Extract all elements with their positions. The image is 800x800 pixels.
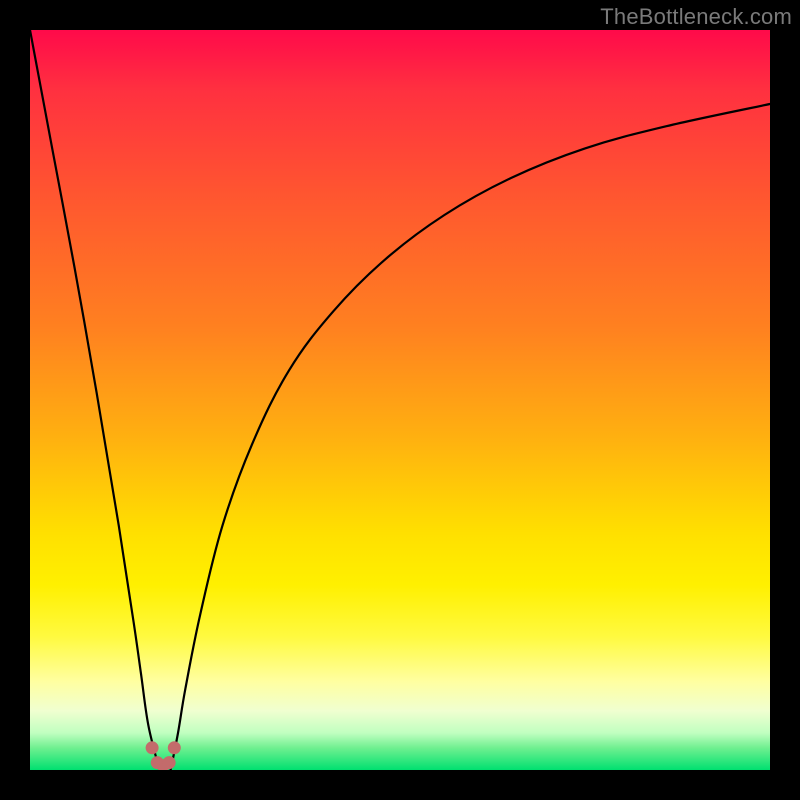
chart-frame: TheBottleneck.com xyxy=(0,0,800,800)
left-branch-curve xyxy=(30,30,160,770)
valley-markers-group xyxy=(146,741,181,770)
watermark-text: TheBottleneck.com xyxy=(600,4,792,30)
curve-layer xyxy=(30,30,770,770)
right-branch-curve xyxy=(171,104,770,770)
valley-marker xyxy=(146,741,159,754)
valley-marker xyxy=(168,741,181,754)
plot-area xyxy=(30,30,770,770)
valley-marker xyxy=(163,756,176,769)
